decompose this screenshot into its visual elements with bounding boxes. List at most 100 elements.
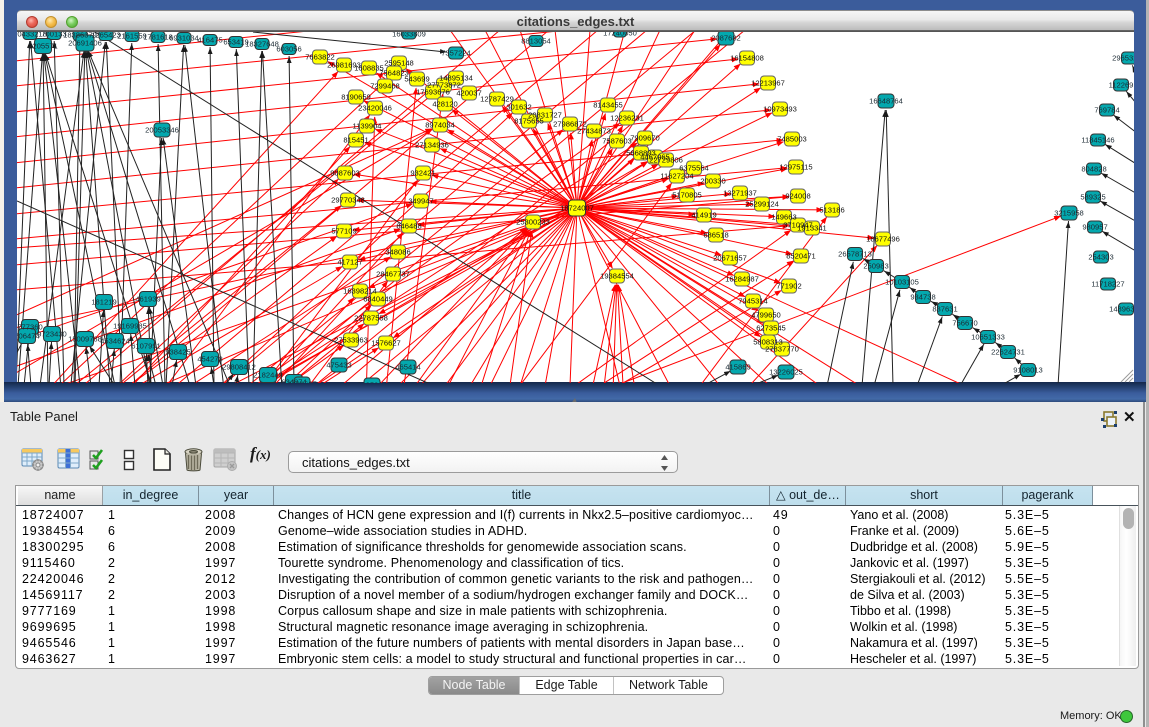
svg-text:1913341: 1913341	[797, 224, 827, 233]
svg-text:769784: 769784	[1094, 106, 1119, 115]
svg-text:8190659: 8190659	[341, 93, 371, 102]
svg-text:28467737: 28467737	[376, 270, 410, 279]
svg-text:27837770: 27837770	[765, 345, 799, 354]
svg-text:27434873: 27434873	[577, 127, 611, 136]
svg-text:2087682: 2087682	[711, 34, 741, 43]
svg-text:29808412: 29808412	[222, 363, 256, 372]
svg-text:14895134: 14895134	[439, 74, 473, 83]
svg-text:200330: 200330	[700, 177, 725, 186]
svg-text:771902: 771902	[776, 282, 801, 291]
svg-text:181219: 181219	[91, 298, 116, 307]
svg-text:603056: 603056	[276, 45, 301, 54]
svg-text:12213967: 12213967	[751, 79, 785, 88]
svg-text:837631: 837631	[932, 305, 957, 314]
svg-text:415869: 415869	[725, 363, 750, 372]
svg-text:29770348: 29770348	[331, 196, 365, 205]
svg-text:25299124: 25299124	[745, 200, 779, 209]
svg-text:20053346: 20053346	[145, 126, 179, 135]
svg-text:15009788: 15009788	[68, 335, 102, 344]
svg-text:6931034: 6931034	[169, 34, 199, 43]
svg-text:417127: 417127	[337, 258, 362, 267]
svg-text:4421607: 4421607	[287, 380, 317, 383]
svg-text:7945314: 7945314	[738, 297, 768, 306]
svg-text:461939: 461939	[135, 295, 160, 304]
svg-text:27134936: 27134936	[415, 141, 449, 150]
svg-text:543699: 543699	[404, 75, 429, 84]
svg-text:756670: 756670	[952, 319, 977, 328]
svg-text:349947: 349947	[408, 197, 433, 206]
svg-text:1576627: 1576627	[371, 339, 401, 348]
svg-text:22624731: 22624731	[991, 348, 1025, 357]
svg-text:513186: 513186	[819, 206, 844, 215]
svg-text:18677496: 18677496	[866, 235, 900, 244]
svg-text:980957: 980957	[1082, 223, 1107, 232]
svg-text:22787558: 22787558	[354, 314, 388, 323]
svg-text:9087603: 9087603	[330, 169, 360, 178]
svg-text:8143455: 8143455	[593, 101, 623, 110]
svg-text:6375564: 6375564	[679, 164, 709, 173]
svg-text:7909670: 7909670	[630, 134, 660, 143]
svg-text:428120: 428120	[432, 100, 457, 109]
svg-text:2205571: 2205571	[28, 42, 58, 51]
svg-text:465414: 465414	[395, 363, 420, 372]
svg-text:12975115: 12975115	[779, 163, 812, 172]
svg-text:6273545: 6273545	[756, 324, 786, 333]
svg-text:414919: 414919	[691, 211, 716, 220]
svg-text:420037: 420037	[456, 89, 481, 98]
svg-text:18724007: 18724007	[560, 204, 594, 213]
svg-text:2595148: 2595148	[384, 59, 414, 68]
svg-text:416475: 416475	[197, 36, 222, 45]
svg-text:7587603: 7587603	[602, 137, 632, 146]
svg-text:29653287: 29653287	[1112, 54, 1134, 63]
svg-text:254303: 254303	[1088, 253, 1113, 262]
svg-text:8974034: 8974034	[425, 121, 455, 130]
svg-text:9685014: 9685014	[357, 381, 387, 383]
svg-text:20691406: 20691406	[68, 39, 102, 48]
svg-text:924008: 924008	[785, 192, 810, 201]
svg-text:2182449: 2182449	[253, 371, 283, 380]
svg-text:26578713: 26578713	[838, 250, 872, 259]
svg-text:250983: 250983	[863, 262, 888, 271]
svg-text:9108013: 9108013	[1013, 366, 1043, 375]
svg-text:7299468: 7299468	[370, 82, 400, 91]
svg-text:11627204: 11627204	[660, 172, 693, 181]
svg-text:7357224: 7357224	[441, 49, 471, 58]
svg-text:686518: 686518	[703, 231, 728, 240]
svg-text:20671657: 20671657	[713, 254, 747, 263]
svg-text:17240050: 17240050	[603, 32, 637, 38]
svg-text:16284987: 16284987	[725, 275, 759, 284]
svg-text:17693676: 17693676	[416, 88, 450, 97]
svg-text:12787429: 12787429	[480, 95, 514, 104]
svg-text:18327648: 18327648	[245, 40, 279, 49]
svg-text:815451: 815451	[343, 136, 368, 145]
svg-text:11845146: 11845146	[1081, 136, 1114, 145]
svg-text:4534624: 4534624	[100, 337, 130, 346]
svg-text:7485003: 7485003	[777, 135, 807, 144]
svg-text:112269: 112269	[1109, 81, 1134, 90]
svg-text:932421: 932421	[410, 169, 435, 178]
svg-text:16154808: 16154808	[730, 54, 764, 63]
svg-text:6107991: 6107991	[131, 342, 161, 351]
svg-text:475433: 475433	[326, 361, 351, 370]
svg-text:3215958: 3215958	[1054, 209, 1084, 218]
svg-text:589325: 589325	[1080, 193, 1105, 202]
svg-text:8175655: 8175655	[514, 117, 544, 126]
svg-text:11718227: 11718227	[1091, 280, 1124, 289]
svg-text:12236231: 12236231	[610, 114, 644, 123]
svg-text:8813054: 8813054	[521, 37, 551, 46]
svg-text:348086: 348086	[385, 248, 410, 257]
svg-text:13271937: 13271937	[723, 189, 757, 198]
svg-text:25300233: 25300233	[516, 218, 550, 227]
svg-text:13226025: 13226025	[769, 368, 803, 377]
svg-text:934738: 934738	[910, 293, 935, 302]
svg-text:27533963: 27533963	[334, 336, 368, 345]
svg-text:14896383: 14896383	[1109, 305, 1134, 314]
svg-text:4799650: 4799650	[751, 311, 781, 320]
svg-text:22729806: 22729806	[649, 156, 683, 165]
svg-text:23420046: 23420046	[358, 104, 392, 113]
svg-text:10651333: 10651333	[971, 333, 1005, 342]
svg-text:5170805: 5170805	[672, 191, 702, 200]
svg-text:10973493: 10973493	[763, 105, 797, 114]
svg-text:10103105: 10103105	[885, 278, 919, 287]
svg-text:16033809: 16033809	[392, 32, 426, 39]
